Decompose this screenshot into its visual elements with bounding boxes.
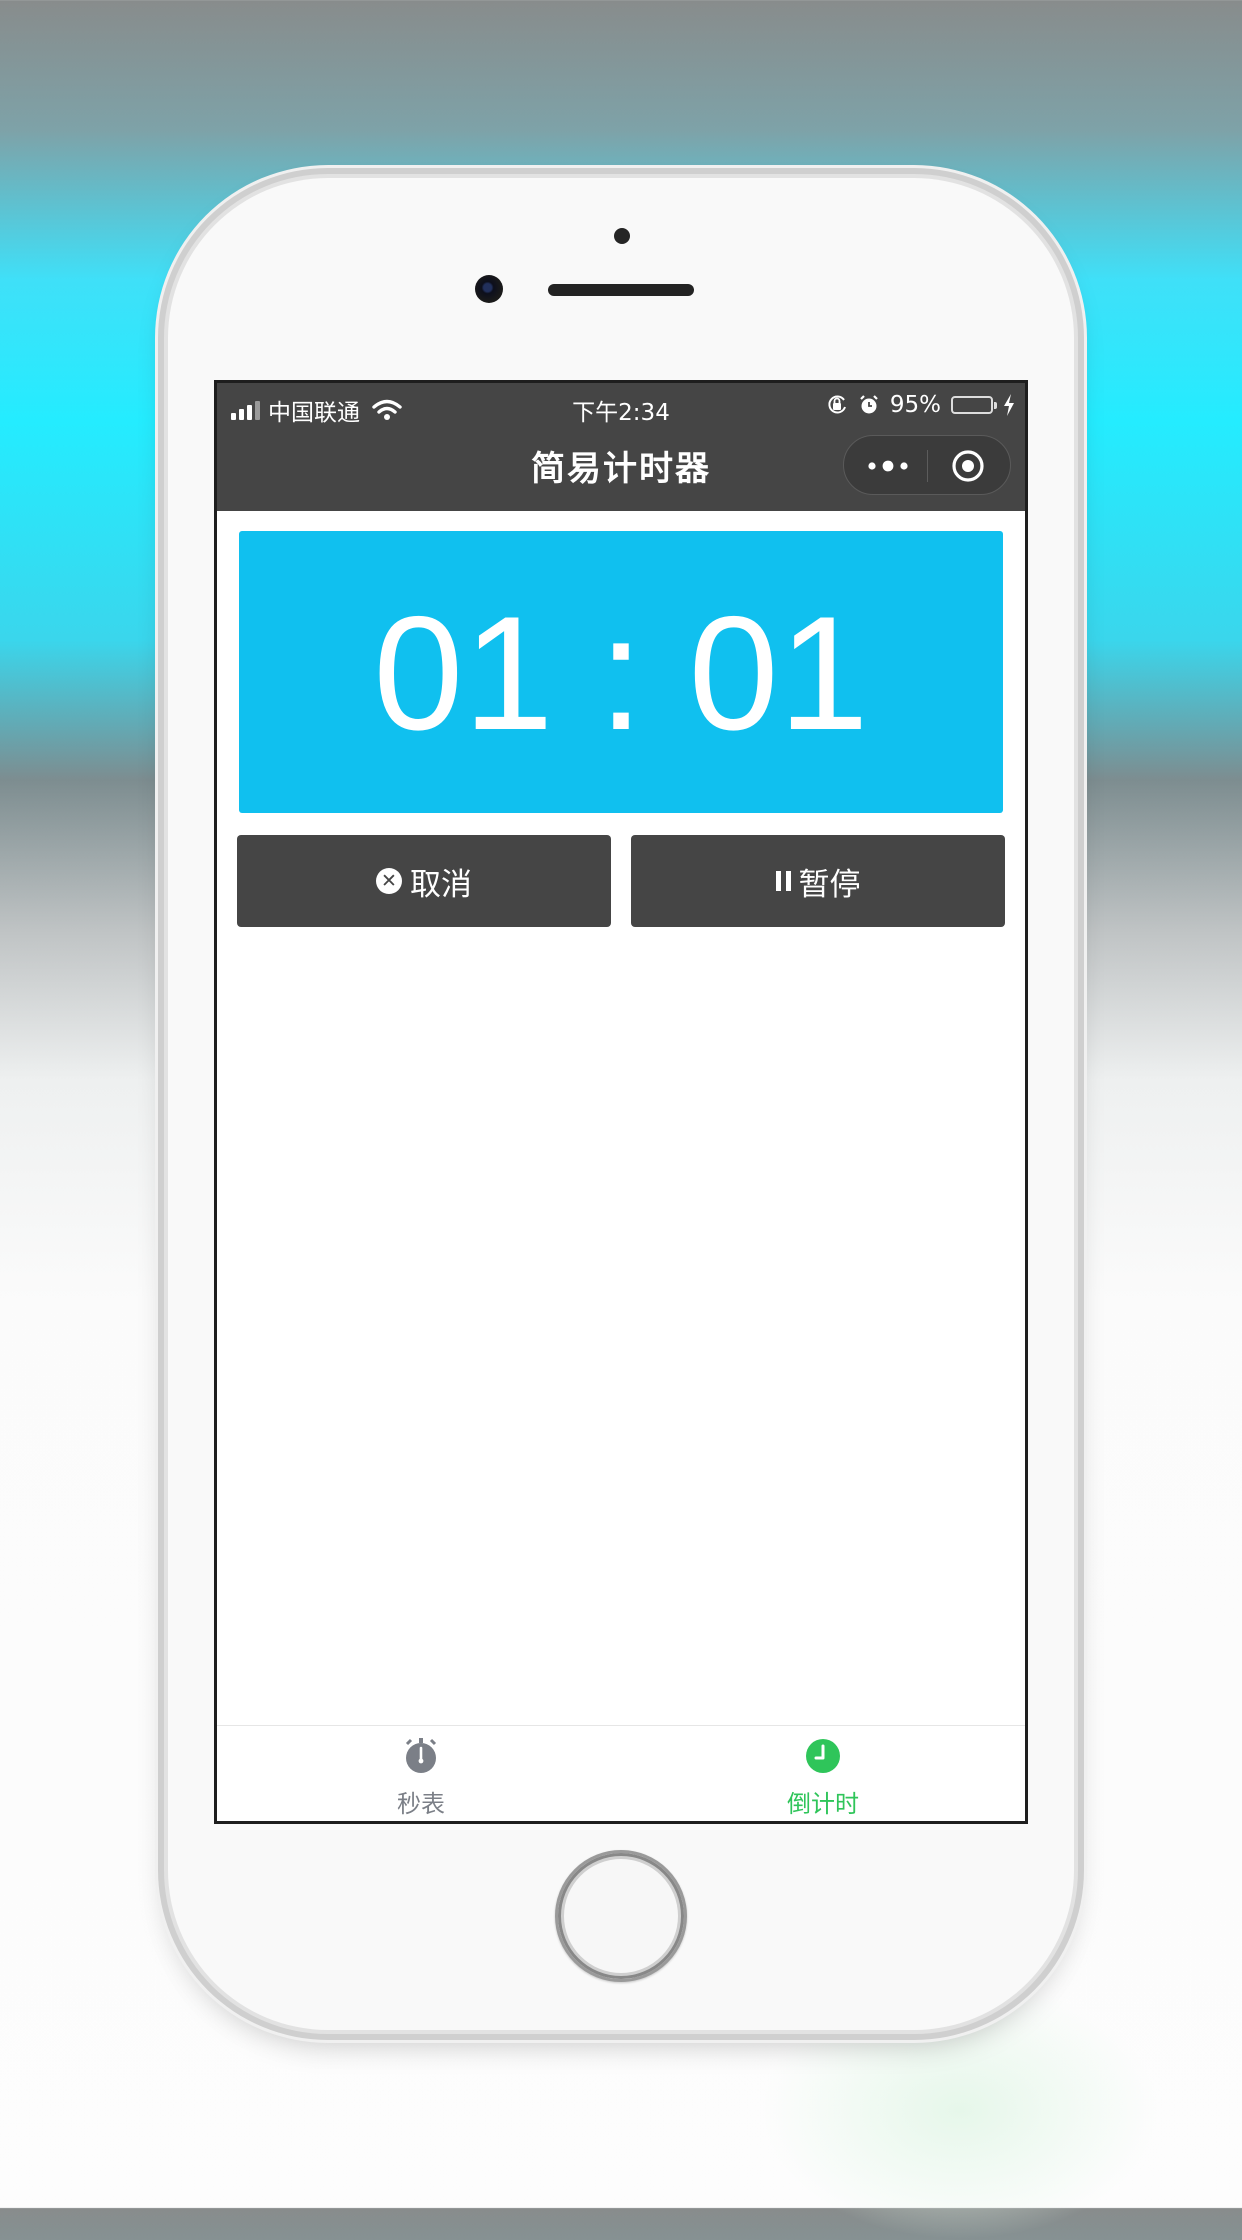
tab-bar: 秒表 倒计时 [217,1725,1025,1821]
app-screen: 中国联通 下午2:34 95% 简易计时器 01: 01 ✕ 取消 暂停 秒表… [214,380,1028,1824]
cancel-button[interactable]: ✕ 取消 [237,835,611,927]
front-camera [475,275,503,303]
cancel-label: 取消 [410,866,472,903]
pause-button[interactable]: 暂停 [631,835,1005,927]
battery-icon [951,396,997,414]
clock-icon [806,1739,840,1773]
target-close-icon[interactable] [951,449,985,483]
countdown-display: 01 : 01 [239,531,1003,813]
charging-bolt-icon [1004,394,1014,416]
alarm-icon [860,395,878,414]
stopwatch-icon [405,1738,437,1773]
status-bar: 中国联通 下午2:34 95% [217,383,1025,429]
pause-icon [775,871,791,891]
earpiece-speaker [548,284,694,296]
capsule-divider [927,450,928,482]
pause-label: 暂停 [798,866,861,903]
power-button [1074,540,1084,665]
tab-stopwatch-label: 秒表 [397,1790,445,1818]
tab-countdown-label: 倒计时 [787,1790,859,1818]
cancel-icon: ✕ [376,868,402,894]
home-button[interactable] [555,1850,687,1982]
proximity-sensor [614,228,630,244]
nav-header: 中国联通 下午2:34 95% 简易计时器 [217,383,1025,511]
more-dots-icon[interactable] [866,458,910,474]
tab-stopwatch[interactable]: 秒表 [321,1726,521,1821]
tab-countdown[interactable]: 倒计时 [723,1726,923,1821]
orientation-lock-icon [828,395,846,414]
countdown-time: 01 : 01 [373,583,869,764]
mini-program-capsule [843,435,1011,495]
battery-percent: 95% [889,392,941,418]
